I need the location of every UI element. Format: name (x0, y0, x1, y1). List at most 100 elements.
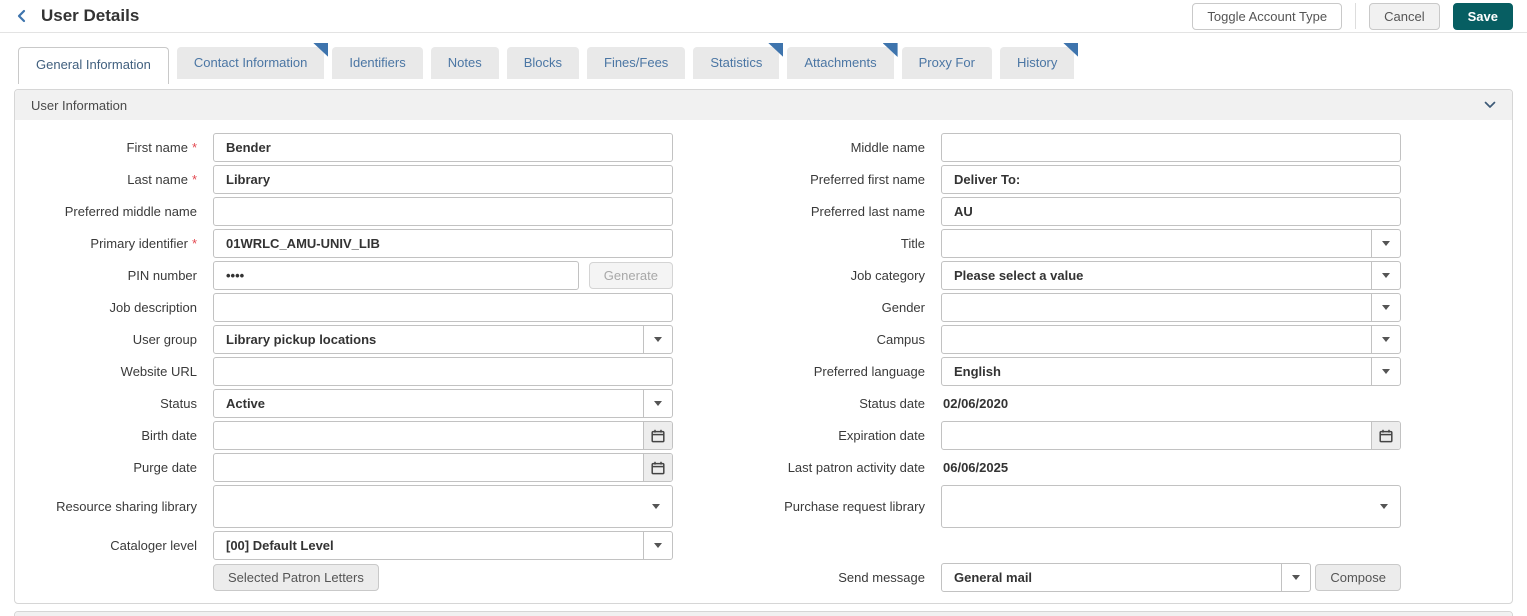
generate-pin-button[interactable]: Generate (589, 262, 673, 289)
field-pin-number: PIN number Generate (21, 261, 673, 290)
send-message-select[interactable]: General mail (941, 563, 1311, 592)
field-label: Last name (127, 172, 188, 187)
status-date-value: 02/06/2020 (941, 396, 1401, 411)
field-label: User group (133, 332, 197, 347)
field-label: Preferred language (814, 364, 925, 379)
tab-identifiers[interactable]: Identifiers (332, 47, 422, 79)
field-label: Preferred first name (810, 172, 925, 187)
tab-fines-fees[interactable]: Fines/Fees (587, 47, 685, 79)
dropdown-caret-button[interactable] (1371, 230, 1400, 257)
modified-badge (883, 43, 898, 57)
preferred-language-select[interactable]: English (941, 357, 1401, 386)
field-job-category: Job category Please select a value (717, 261, 1401, 290)
status-select[interactable]: Active (213, 389, 673, 418)
field-send-message: Send message General mail Compose (717, 563, 1401, 592)
selected-value: Library pickup locations (214, 332, 643, 347)
job-category-select[interactable]: Please select a value (941, 261, 1401, 290)
tab-label: General Information (36, 57, 151, 72)
preferred-first-name-input[interactable] (942, 166, 1400, 193)
purge-date-input[interactable] (214, 454, 643, 481)
field-title: Title (717, 229, 1401, 258)
campus-select[interactable] (941, 325, 1401, 354)
dropdown-caret-button[interactable] (1281, 564, 1310, 591)
selected-value: [00] Default Level (214, 538, 643, 553)
dropdown-caret-button[interactable] (1371, 294, 1400, 321)
user-information-header[interactable]: User Information (15, 90, 1512, 120)
dropdown-caret-button[interactable] (1371, 326, 1400, 353)
dropdown-caret-button[interactable] (643, 326, 672, 353)
website-url-input[interactable] (214, 358, 672, 385)
header-actions: Toggle Account Type Cancel Save (1192, 3, 1515, 30)
pin-number-input[interactable] (214, 262, 578, 289)
back-button[interactable] (12, 6, 32, 26)
caret-down-icon (654, 543, 662, 548)
caret-down-icon (1382, 273, 1390, 278)
form-column-right: Middle name Preferred first name Preferr… (717, 133, 1401, 595)
title-select[interactable] (941, 229, 1401, 258)
field-preferred-last-name: Preferred last name (717, 197, 1401, 226)
first-name-input[interactable] (214, 134, 672, 161)
selected-value: Please select a value (942, 268, 1371, 283)
tab-label: History (1017, 55, 1057, 70)
dropdown-caret-button[interactable] (1371, 358, 1400, 385)
tab-general-information[interactable]: General Information (18, 47, 169, 84)
birth-date-input[interactable] (214, 422, 643, 449)
dropdown-caret-button[interactable] (1368, 486, 1400, 527)
tab-blocks[interactable]: Blocks (507, 47, 579, 79)
field-label: Status date (859, 396, 925, 411)
tab-attachments[interactable]: Attachments (787, 47, 893, 79)
field-label: Preferred last name (811, 204, 925, 219)
preferred-middle-name-input[interactable] (214, 198, 672, 225)
tab-history[interactable]: History (1000, 47, 1074, 79)
user-group-select[interactable]: Library pickup locations (213, 325, 673, 354)
save-button[interactable]: Save (1453, 3, 1513, 30)
calendar-picker-button[interactable] (643, 422, 672, 449)
field-label: Birth date (141, 428, 197, 443)
dropdown-caret-button[interactable] (643, 390, 672, 417)
dropdown-caret-button[interactable] (640, 486, 672, 527)
calendar-picker-button[interactable] (1371, 422, 1400, 449)
preferred-last-name-input[interactable] (942, 198, 1400, 225)
calendar-picker-button[interactable] (643, 454, 672, 481)
field-preferred-first-name: Preferred first name (717, 165, 1401, 194)
job-description-input[interactable] (214, 294, 672, 321)
caret-down-icon (1380, 504, 1388, 509)
dropdown-caret-button[interactable] (1371, 262, 1400, 289)
calendar-icon (651, 461, 665, 475)
form-column-left: First name* Last name* Preferred middle … (21, 133, 673, 595)
field-website-url: Website URL (21, 357, 673, 386)
required-marker: * (192, 236, 197, 251)
selected-patron-letters-button[interactable]: Selected Patron Letters (213, 564, 379, 591)
required-marker: * (192, 172, 197, 187)
tab-statistics[interactable]: Statistics (693, 47, 779, 79)
middle-name-input[interactable] (942, 134, 1400, 161)
tab-contact-information[interactable]: Contact Information (177, 47, 324, 79)
next-section-header[interactable] (15, 612, 1512, 616)
expiration-date-input[interactable] (942, 422, 1371, 449)
field-status-date: Status date 02/06/2020 (717, 389, 1401, 418)
field-label: Job category (851, 268, 925, 283)
last-patron-activity-date-value: 06/06/2025 (941, 460, 1401, 475)
toggle-account-type-button[interactable]: Toggle Account Type (1192, 3, 1342, 30)
tab-notes[interactable]: Notes (431, 47, 499, 79)
header-divider (1355, 3, 1356, 29)
last-name-input[interactable] (214, 166, 672, 193)
field-preferred-language: Preferred language English (717, 357, 1401, 386)
caret-down-icon (1292, 575, 1300, 580)
primary-identifier-input[interactable] (214, 230, 672, 257)
required-marker: * (192, 140, 197, 155)
section-title: User Information (31, 98, 127, 113)
compose-message-button[interactable]: Compose (1315, 564, 1401, 591)
gender-select[interactable] (941, 293, 1401, 322)
collapse-chevron-icon[interactable] (1484, 101, 1496, 109)
cancel-button[interactable]: Cancel (1369, 3, 1439, 30)
purchase-request-library-select[interactable] (941, 485, 1401, 528)
field-label: PIN number (128, 268, 197, 283)
tab-proxy-for[interactable]: Proxy For (902, 47, 992, 79)
dropdown-caret-button[interactable] (643, 532, 672, 559)
page-header: User Details Toggle Account Type Cancel … (0, 0, 1527, 33)
resource-sharing-library-select[interactable] (213, 485, 673, 528)
cataloger-level-select[interactable]: [00] Default Level (213, 531, 673, 560)
back-chevron-icon (15, 9, 29, 23)
modified-badge (313, 43, 328, 57)
